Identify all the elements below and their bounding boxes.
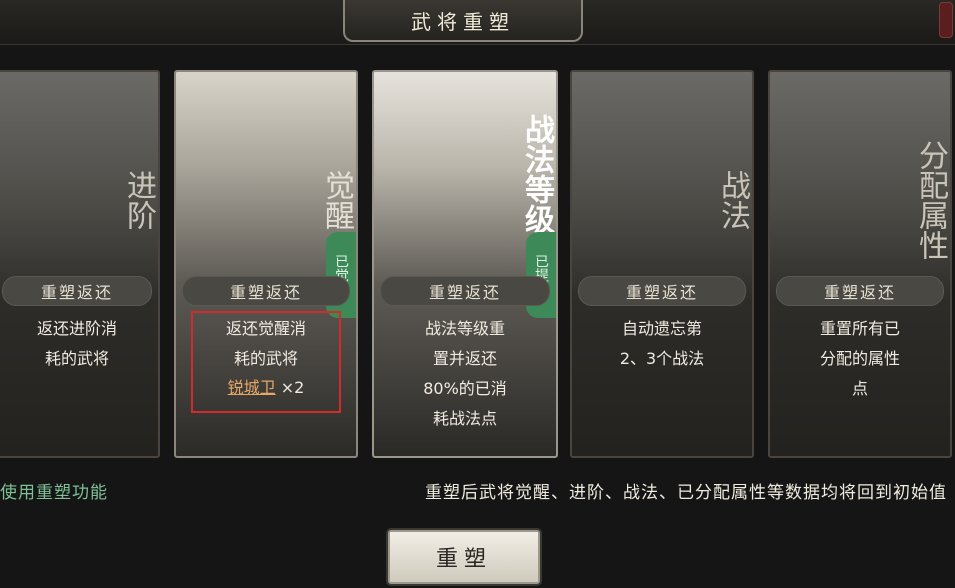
card-skill-level[interactable]: 战法等级 已提升 重塑返还 战法等级重 置并返还 80%的已消 耗战法点 — [372, 70, 558, 458]
card-title: 分配属性 — [913, 140, 948, 260]
return-label: 重塑返还 — [776, 276, 944, 306]
card-skill[interactable]: 战法 重塑返还 自动遗忘第 2、3个战法 — [570, 70, 754, 458]
return-label: 重塑返还 — [182, 276, 350, 306]
feature-hint: 使用重塑功能 — [0, 483, 108, 503]
card-title: 战法等级 — [519, 114, 554, 234]
reset-options: 进阶 重塑返还 返还进阶消 耗的武将 觉醒 已觉醒 重塑返还 返还觉醒消 耗的武… — [0, 58, 955, 458]
card-attributes[interactable]: 分配属性 重塑返还 重置所有已 分配的属性 点 — [768, 70, 952, 458]
return-label: 重塑返还 — [578, 276, 746, 306]
card-description: 战法等级重 置并返还 80%的已消 耗战法点 — [423, 319, 507, 428]
card-awakening[interactable]: 觉醒 已觉醒 重塑返还 返还觉醒消 耗的武将 锐城卫 ×2 — [174, 70, 358, 458]
page-title: 武将重塑 — [343, 0, 583, 42]
card-title: 进阶 — [121, 170, 156, 230]
highlight-box — [191, 311, 341, 413]
corner-decoration — [939, 2, 953, 38]
card-advance[interactable]: 进阶 重塑返还 返还进阶消 耗的武将 — [0, 70, 160, 458]
card-description: 自动遗忘第 2、3个战法 — [619, 319, 705, 368]
card-description: 返还进阶消 耗的武将 — [36, 319, 117, 368]
return-label: 重塑返还 — [2, 276, 152, 306]
card-description: 重置所有已 分配的属性 点 — [819, 319, 900, 398]
reset-button[interactable]: 重塑 — [388, 530, 540, 584]
return-label: 重塑返还 — [380, 276, 550, 306]
top-bar: 武将重塑 — [0, 0, 955, 45]
reset-warning: 重塑后武将觉醒、进阶、战法、已分配属性等数据均将回到初始值 — [425, 483, 947, 503]
card-title: 战法 — [715, 170, 750, 230]
